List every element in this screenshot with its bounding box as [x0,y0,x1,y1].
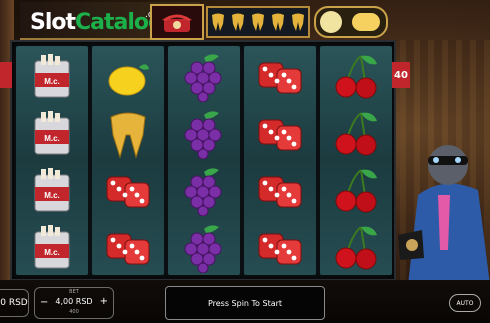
payline-badge-left [0,62,12,88]
svg-text:M.c.: M.c. [44,77,60,86]
payline-badge-right: 40 [392,62,410,88]
lemon-symbol [98,50,158,104]
gold-tooth-icon [212,13,224,31]
bet-increase-button[interactable]: + [100,296,108,307]
spin-message-button[interactable]: Press Spin To Start [165,286,325,320]
bet-selector: BET − 4,00 RSD + 400 [34,287,114,319]
dice-symbol [250,164,310,218]
grapes-symbol [174,164,234,218]
cigarettes-symbol: M.c. [22,164,82,218]
balance-display: 0 RSD [0,289,29,317]
gold-tooth-icon [252,13,264,31]
bet-coins: 400 [69,309,79,315]
grapes-symbol [174,50,234,104]
grapes-symbol [174,107,234,161]
cigarettes-symbol: M.c. [22,50,82,104]
gold-tooth-icon [292,13,304,31]
top-bar: SlotCatalog .com [0,0,490,40]
dice-symbol [98,164,158,218]
dice-symbol [250,50,310,104]
reel-4 [244,46,316,275]
cigarettes-symbol: M.c. [22,221,82,275]
mobster-mouse-character [398,145,490,285]
reel-2 [92,46,164,275]
reel-3 [168,46,240,275]
cigarettes-symbol: M.c. [22,107,82,161]
dice-symbol [250,107,310,161]
cherries-symbol [326,107,386,161]
reels-frame: M.c. M.c. M.c. M.c. [10,40,396,281]
autoplay-button[interactable]: AUTO [449,294,481,312]
reel-1: M.c. M.c. M.c. M.c. [16,46,88,275]
cherries-symbol [326,164,386,218]
svg-text:M.c.: M.c. [44,248,60,257]
bet-label: BET [69,289,79,295]
gold-tooth-icon [272,13,284,31]
gold-tooth-icon [232,13,244,31]
cherries-symbol [326,221,386,275]
grapes-symbol [174,221,234,275]
svg-text:M.c.: M.c. [44,191,60,200]
slotcatalog-watermark: SlotCatalog [30,10,164,35]
svg-text:M.c.: M.c. [44,134,60,143]
dice-symbol [250,221,310,275]
cherries-symbol [326,50,386,104]
reel-5 [320,46,392,275]
gold-tooth-meter [206,6,310,38]
dice-symbol [98,221,158,275]
gold-tooth-symbol [98,107,158,161]
telephone-icon [150,4,204,40]
bonus-meter [314,6,388,38]
